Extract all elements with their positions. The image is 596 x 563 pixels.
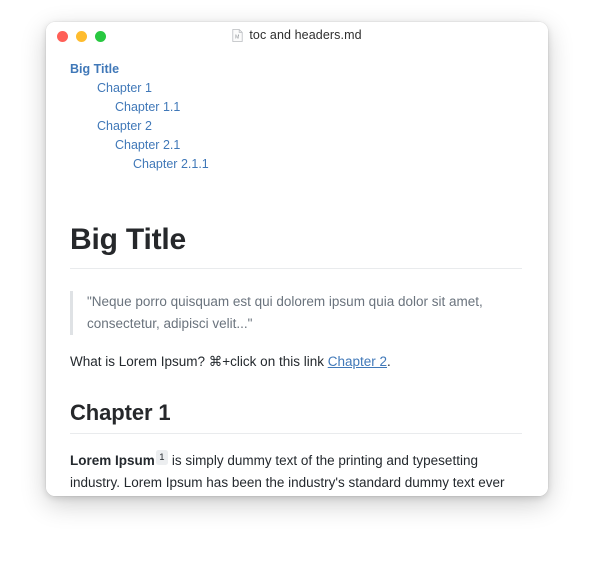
zoom-button[interactable] xyxy=(95,31,106,42)
svg-text:M: M xyxy=(235,34,239,40)
blockquote-text: "Neque porro quisquam est qui dolorem ip… xyxy=(87,293,483,331)
toc-item-chapter-2[interactable]: Chapter 2 xyxy=(97,117,522,136)
window-title: toc and headers.md xyxy=(249,28,362,42)
toc-item-chapter-2-1-1[interactable]: Chapter 2.1.1 xyxy=(133,155,522,174)
minimize-button[interactable] xyxy=(76,31,87,42)
heading-big-title: Big Title xyxy=(70,222,522,269)
toc-item-big-title[interactable]: Big Title xyxy=(70,60,522,79)
toc-item-chapter-1-1[interactable]: Chapter 1.1 xyxy=(115,98,522,117)
window-title-group: M toc and headers.md xyxy=(46,28,548,42)
app-window: M toc and headers.md Big Title Chapter 1… xyxy=(46,22,548,496)
toc-item-chapter-1[interactable]: Chapter 1 xyxy=(97,79,522,98)
window-controls xyxy=(57,31,106,42)
table-of-contents: Big Title Chapter 1 Chapter 1.1 Chapter … xyxy=(70,60,522,174)
body-bold-lead: Lorem Ipsum xyxy=(70,453,155,469)
blockquote: "Neque porro quisquam est qui dolorem ip… xyxy=(70,290,522,335)
chapter-2-link[interactable]: Chapter 2 xyxy=(328,354,387,369)
body-paragraph: Lorem Ipsum 1 is simply dummy text of the… xyxy=(70,449,522,496)
heading-chapter-1: Chapter 1 xyxy=(70,399,522,435)
intro-text-after-link: . xyxy=(387,353,391,369)
close-button[interactable] xyxy=(57,31,68,42)
footnote-reference-1[interactable]: 1 xyxy=(155,449,169,465)
markdown-file-icon: M xyxy=(232,28,243,42)
markdown-preview: Big Title "Neque porro quisquam est qui … xyxy=(70,222,522,496)
intro-text-before-link: What is Lorem Ipsum? ⌘+click on this lin… xyxy=(70,353,328,369)
document-content-area: Big Title Chapter 1 Chapter 1.1 Chapter … xyxy=(46,50,548,496)
intro-paragraph: What is Lorem Ipsum? ⌘+click on this lin… xyxy=(70,351,522,373)
toc-item-chapter-2-1[interactable]: Chapter 2.1 xyxy=(115,136,522,155)
window-titlebar: M toc and headers.md xyxy=(46,22,548,50)
